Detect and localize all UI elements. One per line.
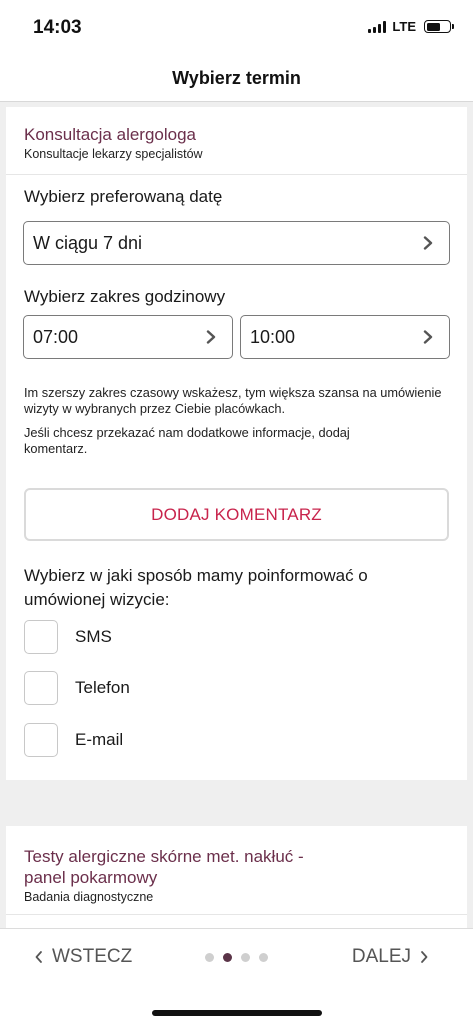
navigation-bar: Wybierz termin: [0, 56, 473, 102]
chevron-left-icon: [35, 951, 42, 963]
next-service-title: Testy alergiczne skórne met. nakłuć - pa…: [24, 847, 304, 887]
home-indicator[interactable]: [152, 1010, 322, 1016]
notify-option-sms[interactable]: SMS: [24, 620, 112, 654]
option-label: SMS: [75, 627, 112, 646]
status-indicators: LTE: [368, 19, 454, 34]
chevron-right-icon: [423, 330, 433, 344]
page-dot: [259, 953, 268, 962]
service-header: Konsultacja alergologa Konsultacje lekar…: [6, 107, 467, 175]
status-bar: 14:03 LTE: [0, 0, 473, 56]
battery-level: [426, 22, 440, 31]
date-select-value: W ciągu 7 dni: [33, 232, 143, 253]
service-subtitle: Konsultacje lekarzy specjalistów: [24, 147, 203, 161]
next-label: DALEJ: [351, 946, 411, 967]
battery-icon: [424, 20, 454, 33]
page-dot: [205, 953, 214, 962]
date-select[interactable]: W ciągu 7 dni: [23, 221, 450, 265]
option-label: E-mail: [75, 730, 124, 749]
notification-question: Wybierz w jaki sposób mamy poinformować …: [24, 566, 368, 609]
notify-option-email[interactable]: E-mail: [24, 723, 123, 757]
time-to-value: 10:00: [250, 326, 296, 347]
range-info-text: Im szerszy zakres czasowy wskażesz, tym …: [24, 385, 442, 416]
back-label: WSTECZ: [52, 946, 133, 967]
page-dot: [241, 953, 250, 962]
bottom-navigation: WSTECZ DALEJ: [0, 928, 473, 1024]
phone-checkbox[interactable]: [24, 671, 58, 705]
comment-info-text: Jeśli chcesz przekazać nam dodatkowe inf…: [24, 425, 350, 456]
page-title: Wybierz termin: [172, 68, 301, 88]
add-comment-button[interactable]: DODAJ KOMENTARZ: [24, 488, 449, 541]
next-button[interactable]: DALEJ: [352, 946, 429, 968]
chevron-right-icon: [421, 951, 428, 963]
sms-checkbox[interactable]: [24, 620, 58, 654]
back-button[interactable]: WSTECZ: [34, 946, 132, 968]
notify-option-phone[interactable]: Telefon: [24, 671, 130, 705]
option-label: Telefon: [75, 678, 130, 697]
chevron-right-icon: [423, 236, 433, 250]
network-type: LTE: [392, 19, 416, 34]
divider: [6, 914, 467, 915]
date-label: Wybierz preferowaną datę: [24, 187, 223, 206]
signal-icon: [368, 20, 387, 33]
time-range-label: Wybierz zakres godzinowy: [24, 287, 226, 306]
service-title: Konsultacja alergologa: [24, 125, 197, 144]
time-from-value: 07:00: [33, 326, 79, 347]
time-from-select[interactable]: 07:00: [23, 315, 233, 359]
next-service-card[interactable]: Testy alergiczne skórne met. nakłuć - pa…: [6, 826, 467, 936]
page-dot: [223, 953, 232, 962]
booking-card: Konsultacja alergologa Konsultacje lekar…: [6, 107, 467, 780]
chevron-right-icon: [206, 330, 216, 344]
next-service-subtitle: Badania diagnostyczne: [24, 890, 154, 904]
email-checkbox[interactable]: [24, 723, 58, 757]
status-time: 14:03: [33, 17, 82, 38]
time-to-select[interactable]: 10:00: [240, 315, 450, 359]
page-indicator: [205, 953, 268, 962]
